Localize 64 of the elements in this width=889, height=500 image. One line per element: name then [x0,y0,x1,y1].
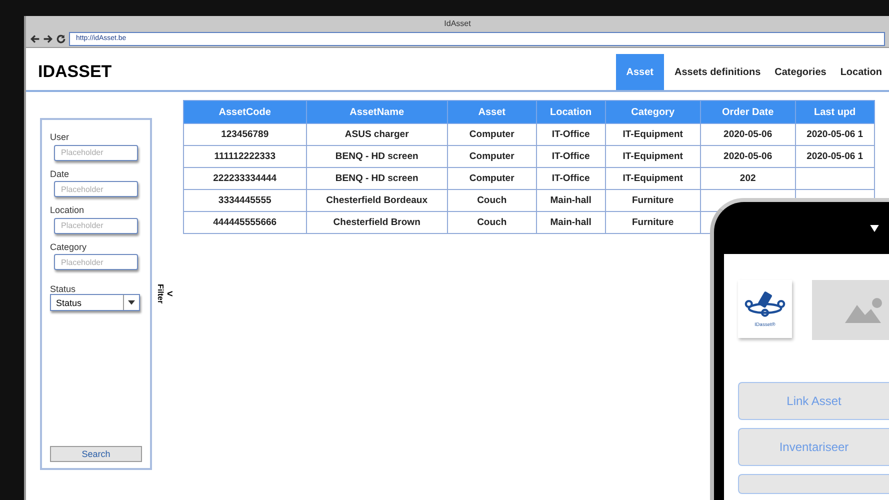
table-cell: 2020-05-06 1 [795,146,874,168]
forward-arrow-icon[interactable] [43,34,53,44]
nav-tab[interactable]: Location [833,54,889,90]
field-label: Location [50,205,86,215]
field-label: User [50,132,70,142]
filter-toggle[interactable]: Filter [156,284,165,304]
table-cell: Computer [447,146,536,168]
status-dropdown[interactable]: Status [50,294,140,311]
table-cell: Furniture [605,190,700,212]
table-cell: 444445555666 [183,212,306,234]
column-header[interactable]: Category [605,100,700,124]
back-arrow-icon[interactable] [30,34,40,44]
app-button[interactable]: Link Asset [738,382,889,420]
input-field[interactable]: Placeholder [54,144,138,160]
column-header[interactable]: Order Date [700,100,796,124]
table-cell: Computer [447,124,536,146]
column-header[interactable]: AssetCode [183,100,306,124]
nav-tab[interactable]: Categories [768,54,834,90]
table-cell: 123456789 [183,124,306,146]
table-cell: IT-Equipment [605,146,700,168]
mountain-icon [845,297,885,323]
table-cell: BENQ - HD screen [306,168,448,190]
column-header[interactable]: Asset [447,100,536,124]
nav-tab[interactable]: Asset [616,54,664,90]
table-cell: BENQ - HD screen [306,146,448,168]
table-cell: Main-hall [536,190,606,212]
table-cell: 222233334444 [183,168,306,190]
table-cell: Main-hall [536,212,606,234]
app-logo: IDASSET [37,62,112,82]
table-cell: Couch [447,190,536,212]
table-cell: IT-Equipment [605,168,700,190]
table-cell: 2020-05-06 [700,146,796,168]
collapse-toggle[interactable]: < [167,288,173,300]
field-label: Status [50,284,77,294]
table-cell: IT-Equipment [605,124,700,146]
table-cell: 2020-05-06 1 [795,124,874,146]
input-field[interactable]: Placeholder [54,181,138,197]
table-cell: IT-Office [536,146,606,168]
signal-icon [870,224,879,232]
table-cell: 3334445555 [183,190,306,212]
input-field[interactable]: Placeholder [54,254,138,270]
table-cell: IT-Office [536,124,606,146]
table-cell: ASUS charger [306,124,448,146]
table-cell: IT-Office [536,168,606,190]
table-cell: Couch [447,212,536,234]
table-cell: Chesterfield Bordeaux [306,190,448,212]
table-cell: Furniture [605,212,700,234]
table-cell: 202 [700,168,796,190]
field-label: Category [50,242,88,252]
input-field[interactable]: Placeholder [54,218,138,234]
window-title: IdAsset [444,18,471,28]
column-header[interactable]: Location [536,100,606,124]
table-cell: 2020-05-06 [700,124,796,146]
field-label: Date [50,168,70,178]
table-cell: 111112222333 [183,146,306,168]
phone-pins-icon [743,290,787,318]
app-button[interactable]: Inventariseer [738,428,889,466]
table-cell: Computer [447,168,536,190]
column-header[interactable]: AssetName [306,100,448,124]
nav-tab[interactable]: Assets definitions [668,54,768,90]
column-header[interactable]: Last upd [795,100,874,124]
table-cell: Chesterfield Brown [306,212,448,234]
search-button[interactable]: Search [50,446,142,462]
reload-icon[interactable] [56,34,66,44]
